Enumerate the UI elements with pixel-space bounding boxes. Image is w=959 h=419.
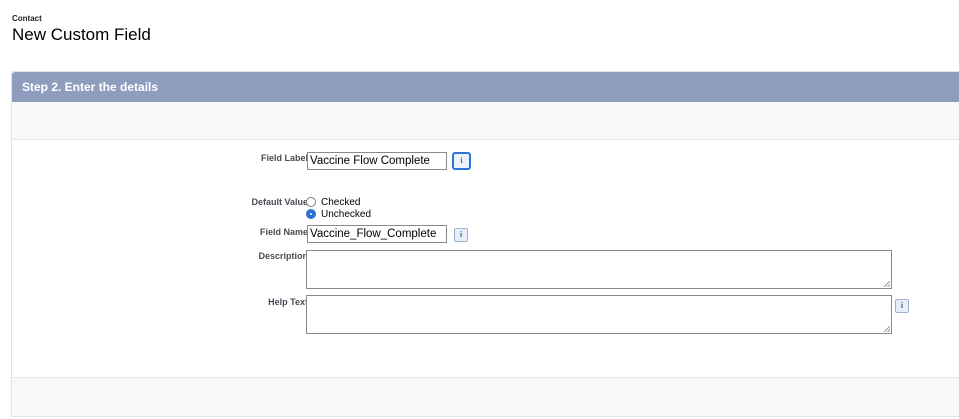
- field-label-input[interactable]: Vaccine Flow Complete: [307, 152, 447, 170]
- field-name-input[interactable]: Vaccine_Flow_Complete: [307, 225, 447, 243]
- radio-checked-option[interactable]: Checked: [306, 196, 360, 208]
- page-title: New Custom Field: [12, 25, 151, 44]
- help-text-textarea[interactable]: [306, 295, 892, 334]
- info-icon[interactable]: i: [895, 299, 909, 313]
- field-name-label: Field Name: [259, 227, 308, 237]
- resize-grip[interactable]: [884, 326, 890, 332]
- radio-checked[interactable]: [306, 197, 316, 207]
- radio-unchecked[interactable]: [306, 209, 316, 219]
- help-text-label: Help Text: [268, 297, 308, 307]
- description-label: Description: [258, 251, 308, 261]
- info-icon[interactable]: i: [454, 228, 468, 242]
- page-header: Contact New Custom Field: [12, 14, 151, 45]
- description-textarea[interactable]: [306, 250, 892, 289]
- resize-grip[interactable]: [884, 281, 890, 287]
- info-icon[interactable]: i: [452, 152, 471, 170]
- object-type-label: Contact: [12, 14, 42, 23]
- default-value-label: Default Value: [251, 197, 308, 207]
- radio-unchecked-label: Unchecked: [321, 208, 372, 220]
- field-label-label: Field Label: [260, 153, 308, 163]
- step-panel: Step 2. Enter the details Field Label Va…: [11, 71, 959, 417]
- step-header: Step 2. Enter the details: [12, 72, 959, 102]
- radio-checked-label: Checked: [321, 196, 361, 208]
- radio-unchecked-option[interactable]: Unchecked: [306, 208, 371, 220]
- form-body: Field Label Vaccine Flow Complete i Defa…: [12, 139, 959, 378]
